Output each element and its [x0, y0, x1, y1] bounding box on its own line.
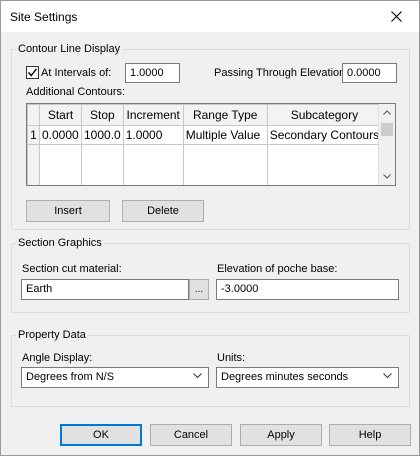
units-select[interactable]: Degrees minutes seconds: [216, 367, 399, 388]
cancel-button[interactable]: Cancel: [150, 424, 232, 446]
angle-display-select[interactable]: Degrees from N/S: [21, 367, 209, 388]
additional-contours-label: Additional Contours:: [26, 86, 126, 98]
column-header-stop[interactable]: Stop: [81, 104, 124, 126]
column-header-subcategory[interactable]: Subcategory: [266, 104, 383, 126]
row-header-empty: [27, 144, 40, 185]
group-label: Section Graphics: [16, 237, 104, 249]
angle-display-value: Degrees from N/S: [26, 371, 115, 383]
at-intervals-checkbox[interactable]: [26, 66, 39, 79]
help-button[interactable]: Help: [329, 424, 411, 446]
scroll-up-button[interactable]: [379, 104, 395, 121]
group-label: Contour Line Display: [16, 43, 123, 55]
contours-table: Start Stop Increment Range Type Subcateg…: [27, 104, 383, 185]
at-intervals-input[interactable]: 1.0000: [125, 63, 180, 83]
grid-scrollbar[interactable]: [378, 104, 395, 185]
cell-empty: [266, 144, 383, 185]
cell-stop[interactable]: 1000.0: [81, 125, 124, 145]
chevron-down-icon: [383, 371, 392, 382]
chevron-down-icon: [383, 174, 391, 179]
dialog-title: Site Settings: [10, 10, 78, 24]
units-label: Units:: [217, 352, 246, 364]
section-cut-material-input[interactable]: Earth: [21, 279, 189, 300]
cell-empty: [122, 144, 184, 185]
passing-through-label: Passing Through Elevation:: [214, 67, 349, 79]
section-cut-material-label: Section cut material:: [22, 263, 122, 275]
check-icon: [27, 68, 38, 77]
cell-empty: [39, 144, 82, 185]
row-header[interactable]: 1: [27, 125, 40, 145]
close-icon: [390, 11, 402, 22]
apply-button[interactable]: Apply: [240, 424, 322, 446]
cell-increment[interactable]: 1.0000: [122, 125, 184, 145]
insert-button[interactable]: Insert: [26, 200, 110, 222]
cell-subcategory[interactable]: Secondary Contours: [266, 125, 383, 145]
column-header-increment[interactable]: Increment: [122, 104, 184, 126]
site-settings-dialog: Site Settings Contour Line Display At In…: [0, 0, 420, 456]
table-row-empty: [27, 144, 383, 185]
scroll-thumb[interactable]: [381, 123, 393, 136]
cell-empty: [182, 144, 268, 185]
table-row[interactable]: 1 0.0000 1000.0 1.0000 Multiple Value Se…: [27, 125, 383, 145]
header-corner: [27, 104, 40, 126]
column-header-range-type[interactable]: Range Type: [182, 104, 268, 126]
angle-display-label: Angle Display:: [22, 352, 93, 364]
column-header-start[interactable]: Start: [39, 104, 82, 126]
group-label: Property Data: [16, 329, 88, 341]
poche-base-label: Elevation of poche base:: [217, 263, 338, 275]
title-bar: Site Settings: [1, 1, 419, 32]
section-graphics-group: Section Graphics: [11, 237, 410, 313]
additional-contours-grid[interactable]: Start Stop Increment Range Type Subcateg…: [26, 103, 396, 186]
chevron-down-icon: [193, 371, 202, 382]
passing-through-input[interactable]: 0.0000: [342, 63, 397, 83]
cell-range-type[interactable]: Multiple Value: [182, 125, 268, 145]
ok-button[interactable]: OK: [60, 424, 142, 446]
browse-material-button[interactable]: ...: [189, 279, 209, 300]
poche-base-input[interactable]: -3.0000: [216, 279, 399, 300]
delete-button[interactable]: Delete: [122, 200, 204, 222]
table-header-row: Start Stop Increment Range Type Subcateg…: [27, 104, 383, 126]
close-button[interactable]: [373, 1, 419, 32]
units-value: Degrees minutes seconds: [221, 371, 349, 383]
chevron-up-icon: [383, 110, 391, 115]
cell-start[interactable]: 0.0000: [39, 125, 82, 145]
scroll-down-button[interactable]: [379, 168, 395, 185]
cell-empty: [81, 144, 124, 185]
at-intervals-label: At Intervals of:: [41, 67, 112, 79]
